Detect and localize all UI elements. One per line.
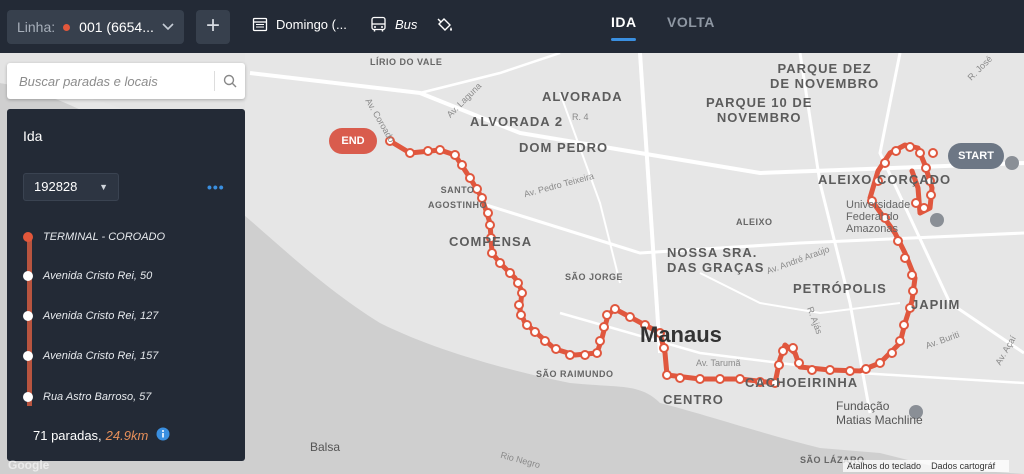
route-end-marker[interactable]: END xyxy=(329,128,377,154)
keyboard-shortcuts-link[interactable]: Atalhos do teclado xyxy=(847,461,921,471)
stop-label: Avenida Cristo Rei, 157 xyxy=(43,350,159,362)
route-panel: Ida 192828 ▼ ••• TERMINAL - COROADO Aven… xyxy=(7,109,245,461)
map-label: ALVORADA 2 xyxy=(470,114,564,129)
mode-select-button[interactable]: Bus xyxy=(370,16,417,33)
map-label: CENTRO xyxy=(663,392,724,407)
stop-dot-icon xyxy=(23,351,33,361)
stop-dot-icon xyxy=(23,271,33,281)
top-bar: Linha: 001 (6654... + Domingo (... Bus I… xyxy=(0,0,1024,53)
tab-active-underline xyxy=(611,38,636,41)
line-color-dot xyxy=(63,23,71,31)
stop-dot-icon xyxy=(23,232,33,242)
map-label: SÃO RAIMUNDO xyxy=(536,369,614,379)
map-label: ALEIXO xyxy=(736,217,773,227)
map-footer: Atalhos do teclado Dados cartográf xyxy=(843,460,1010,472)
more-options-button[interactable]: ••• xyxy=(207,179,225,195)
map-label: Balsa xyxy=(310,440,341,454)
stop-item[interactable]: Avenida Cristo Rei, 50 xyxy=(23,270,152,282)
map-label: CACHOEIRINHA xyxy=(745,375,859,390)
tab-ida[interactable]: IDA xyxy=(611,14,637,41)
stop-count: 71 paradas, xyxy=(33,428,102,443)
calendar-icon xyxy=(252,17,268,32)
search-icon[interactable] xyxy=(215,74,245,88)
trip-select-value: 192828 xyxy=(34,179,78,194)
stop-item[interactable]: Rua Astro Barroso, 57 xyxy=(23,391,151,403)
bus-icon xyxy=(371,16,386,32)
route-start-marker[interactable]: START xyxy=(948,143,1004,169)
map-label: Av. Tarumã xyxy=(696,358,741,368)
map-label: PARQUE DEZ DE NOVEMBRO xyxy=(770,61,880,91)
map-label: JAPIIM xyxy=(911,297,961,312)
map-label: SANTO AGOSTINHO xyxy=(428,185,488,210)
stop-label: Avenida Cristo Rei, 50 xyxy=(43,270,153,282)
day-select-label: Domingo (... xyxy=(276,16,347,32)
search-input[interactable] xyxy=(7,63,214,99)
trip-select[interactable]: 192828 ▼ xyxy=(23,173,119,201)
paint-bucket-icon[interactable] xyxy=(436,16,454,39)
tab-volta[interactable]: VOLTA xyxy=(667,14,715,30)
map-label: LÍRIO DO VALE xyxy=(370,57,443,67)
map-label: COMPENSA xyxy=(449,234,533,249)
map-data-link[interactable]: Dados cartográf xyxy=(931,461,995,471)
stop-label: Rua Astro Barroso, 57 xyxy=(43,391,152,403)
search-box xyxy=(7,63,245,99)
map-label: PARQUE 10 DE NOVEMBRO xyxy=(706,95,813,125)
mode-select-label: Bus xyxy=(395,17,418,32)
map-label: ALVORADA xyxy=(542,89,623,104)
panel-title: Ida xyxy=(23,128,43,144)
map-label: SÃO JORGE xyxy=(565,272,624,282)
route-distance: 24.9km xyxy=(105,428,149,443)
map-label: DOM PEDRO xyxy=(519,140,609,155)
stop-label: TERMINAL - COROADO xyxy=(43,231,166,243)
stop-dot-icon xyxy=(23,311,33,321)
info-icon[interactable] xyxy=(156,427,170,444)
stop-label: Avenida Cristo Rei, 127 xyxy=(43,310,159,322)
route-summary: 71 paradas, 24.9km xyxy=(33,427,170,444)
tab-ida-label: IDA xyxy=(611,14,637,30)
google-logo: Google xyxy=(8,458,50,472)
line-select-label: Linha: xyxy=(17,19,56,35)
map-label: R. 4 xyxy=(572,112,589,122)
add-line-button[interactable]: + xyxy=(196,10,230,44)
chevron-down-icon xyxy=(162,20,174,34)
caret-down-icon: ▼ xyxy=(99,182,108,192)
line-select[interactable]: Linha: 001 (6654... xyxy=(7,10,184,44)
stop-dot-icon xyxy=(23,392,33,402)
tab-volta-label: VOLTA xyxy=(667,14,715,30)
map-label: NOSSA SRA. DAS GRAÇAS xyxy=(667,245,765,275)
map-label: ALEIXO CORÇADO xyxy=(818,172,952,187)
stop-item[interactable]: TERMINAL - COROADO xyxy=(23,231,165,243)
stop-item[interactable]: Avenida Cristo Rei, 127 xyxy=(23,310,158,322)
map-label: Fundação Matias Machline xyxy=(836,399,923,427)
map-label: PETRÓPOLIS xyxy=(793,281,887,296)
map-label: Manaus xyxy=(640,322,722,347)
day-select-button[interactable]: Domingo (... xyxy=(252,16,347,32)
stop-item[interactable]: Avenida Cristo Rei, 157 xyxy=(23,350,158,362)
map-label: Universidade Federal do Amazonas xyxy=(846,199,911,235)
line-select-value: 001 (6654... xyxy=(79,19,154,35)
